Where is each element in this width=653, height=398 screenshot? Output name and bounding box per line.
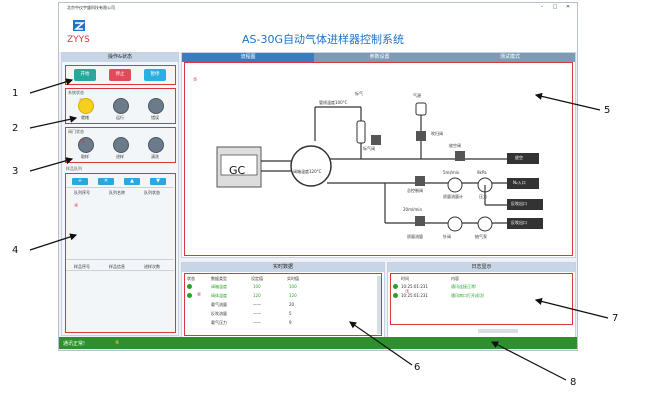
callout-1: 1 <box>12 88 19 99</box>
callout-2: 2 <box>12 123 19 134</box>
callout-3: 3 <box>12 166 19 177</box>
callout-7: 7 <box>612 313 619 324</box>
callout-5: 5 <box>604 105 611 116</box>
marker-3: ③ <box>81 139 86 145</box>
callout-8: 8 <box>570 377 577 388</box>
callout-arrows <box>29 78 609 381</box>
callout-4: 4 <box>12 245 19 256</box>
callout-6: 6 <box>414 362 421 373</box>
